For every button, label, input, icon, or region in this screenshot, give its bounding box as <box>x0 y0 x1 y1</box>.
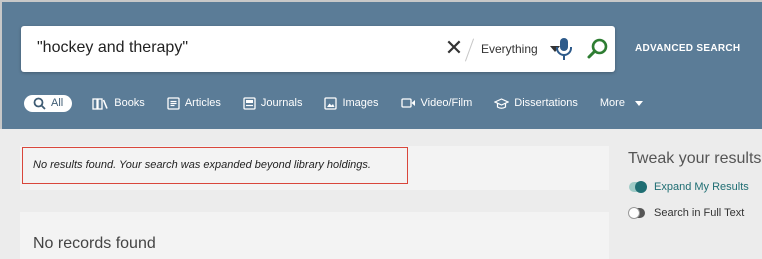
scope-divider <box>464 38 475 62</box>
tab-images[interactable]: Images <box>324 96 379 110</box>
tab-label: All <box>51 97 64 109</box>
tab-more[interactable]: More <box>600 97 643 109</box>
search-box: "hockey and therapy" ✕ Everything <box>21 26 615 72</box>
graduation-cap-icon <box>494 97 510 109</box>
tab-label: Journals <box>260 97 303 109</box>
tab-label: Articles <box>184 97 221 109</box>
tab-books[interactable]: Books <box>92 97 145 110</box>
scope-select[interactable]: Everything <box>481 36 560 62</box>
articles-icon <box>167 96 180 110</box>
expand-results-toggle[interactable]: Expand My Results <box>629 181 749 193</box>
search-header: "hockey and therapy" ✕ Everything ADVANC… <box>0 0 762 129</box>
notice-text: No results found. Your search was expand… <box>33 159 371 171</box>
tab-all[interactable]: All <box>24 94 73 112</box>
records-panel: No records found <box>20 212 609 259</box>
scope-label: Everything <box>481 42 538 56</box>
tab-video-film[interactable]: Video/Film <box>400 97 473 109</box>
full-text-toggle[interactable]: Search in Full Text <box>628 207 745 219</box>
video-icon <box>400 98 415 108</box>
advanced-search-link[interactable]: ADVANCED SEARCH <box>635 43 740 54</box>
search-icon <box>33 97 46 110</box>
search-input[interactable]: "hockey and therapy" <box>37 39 188 57</box>
tab-journals[interactable]: Journals <box>243 96 303 110</box>
toggle-label: Expand My Results <box>654 181 749 193</box>
toggle-switch-off[interactable] <box>628 207 645 219</box>
books-icon <box>92 97 108 110</box>
toggle-switch-on[interactable] <box>629 181 647 193</box>
tweak-results-title: Tweak your results <box>628 150 762 167</box>
search-tabs: All Books Articles Journals Images Video… <box>24 93 665 113</box>
chevron-down-icon <box>634 100 643 106</box>
no-results-notice: No results found. Your search was expand… <box>22 147 408 184</box>
search-icon[interactable] <box>586 37 610 61</box>
images-icon <box>324 96 338 110</box>
tab-label: More <box>599 97 625 109</box>
tab-label: Images <box>342 97 379 109</box>
tab-dissertations[interactable]: Dissertations <box>494 97 578 110</box>
no-records-message: No records found <box>33 235 156 252</box>
close-icon[interactable]: ✕ <box>443 37 465 59</box>
toggle-label: Search in Full Text <box>654 207 745 219</box>
tab-label: Books <box>114 97 145 109</box>
journals-icon <box>243 96 256 110</box>
tab-label: Video/Film <box>420 97 473 109</box>
microphone-icon[interactable] <box>555 37 573 61</box>
tab-label: Dissertations <box>514 97 578 109</box>
tab-articles[interactable]: Articles <box>167 96 221 110</box>
